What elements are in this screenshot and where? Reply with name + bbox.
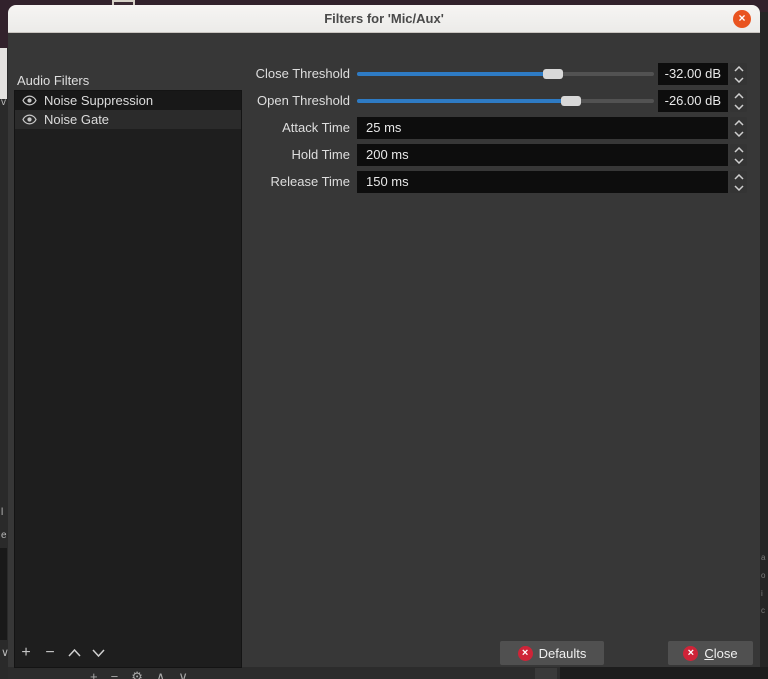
hold-time-spinner [730,144,747,166]
filters-list-toolbar: + − [14,641,110,665]
spinner-down-icon[interactable] [730,155,747,166]
spinner-up-icon[interactable] [730,63,747,74]
close-icon: × [738,11,746,25]
close-button-label: Close [704,645,738,661]
background-list-fragment [0,548,7,640]
remove-icon[interactable]: − [111,669,119,679]
dialog-titlebar[interactable]: Filters for 'Mic/Aux' × [8,5,760,33]
desktop-fragment [760,0,768,12]
defaults-button-label: Defaults [538,645,587,661]
attack-time-spinner [730,117,747,139]
slider-fill [357,99,571,103]
background-panel-fragment [560,667,768,679]
close-threshold-label: Close Threshold [255,66,350,81]
desktop-fragment [0,0,8,48]
attack-time-row: Attack Time 25 ms [8,117,760,139]
titlebar-close-button[interactable]: × [733,10,751,28]
spinner-up-icon[interactable] [730,171,747,182]
hold-time-label: Hold Time [291,147,350,162]
spinner-up-icon[interactable] [730,117,747,128]
close-button[interactable]: × Close [668,641,753,665]
close-threshold-spinner [730,63,747,85]
edge-glyph: e [1,530,7,541]
spinner-down-icon[interactable] [730,128,747,139]
remove-filter-button[interactable]: − [38,642,62,664]
edge-glyph: l [1,507,4,518]
close-threshold-slider[interactable] [357,63,654,85]
move-up-icon[interactable]: ∧ [156,669,166,679]
release-time-label: Release Time [270,174,350,189]
background-window-left-edge: v l e ∨ [0,0,9,679]
open-threshold-row: Open Threshold -26.00 dB [8,90,760,112]
hold-time-input[interactable]: 200 ms [357,144,728,166]
release-time-row: Release Time 150 ms [8,171,760,193]
slider-handle[interactable] [560,96,581,106]
dialog-title: Filters for 'Mic/Aux' [324,11,444,26]
edge-glyph: i [761,589,763,598]
open-threshold-slider[interactable] [357,90,654,112]
attack-time-label: Attack Time [282,120,350,135]
attack-time-input[interactable]: 25 ms [357,117,728,139]
defaults-button[interactable]: × Defaults [500,641,604,665]
move-filter-up-button[interactable] [62,642,86,664]
close-threshold-value[interactable]: -32.00 dB [658,63,728,85]
release-time-spinner [730,171,747,193]
background-window-white-fragment [0,48,7,99]
spinner-down-icon[interactable] [730,101,747,112]
slider-fill [357,72,554,76]
gear-icon[interactable]: ⚙ [131,669,143,679]
add-icon[interactable]: + [90,669,98,679]
hold-time-row: Hold Time 200 ms [8,144,760,166]
close-threshold-row: Close Threshold -32.00 dB [8,63,760,85]
move-down-icon[interactable]: ∨ [178,669,188,679]
background-window-right-edge: a o i c [760,0,768,679]
background-sources-toolbar: + − ⚙ ∧ ∨ [90,669,188,679]
red-x-icon: × [517,645,533,661]
edge-glyph: v [1,97,6,108]
release-time-input[interactable]: 150 ms [357,171,728,193]
open-threshold-value[interactable]: -26.00 dB [658,90,728,112]
add-filter-button[interactable]: + [14,642,38,664]
background-button-fragment [535,668,557,679]
move-filter-down-button[interactable] [86,642,110,664]
edge-glyph: c [761,606,765,615]
red-x-icon: × [683,645,699,661]
open-threshold-spinner [730,90,747,112]
open-threshold-label: Open Threshold [257,93,350,108]
spinner-up-icon[interactable] [730,144,747,155]
filters-dialog: Filters for 'Mic/Aux' × Audio Filters No… [8,5,760,668]
edge-glyph: o [761,571,766,580]
spinner-down-icon[interactable] [730,74,747,85]
dialog-body: Audio Filters Noise Suppression Noise Ga… [8,33,760,668]
spinner-down-icon[interactable] [730,182,747,193]
slider-handle[interactable] [543,69,564,79]
background-main-window-strip: + − ⚙ ∧ ∨ [8,667,768,679]
spinner-up-icon[interactable] [730,90,747,101]
edge-glyph: a [761,553,766,562]
